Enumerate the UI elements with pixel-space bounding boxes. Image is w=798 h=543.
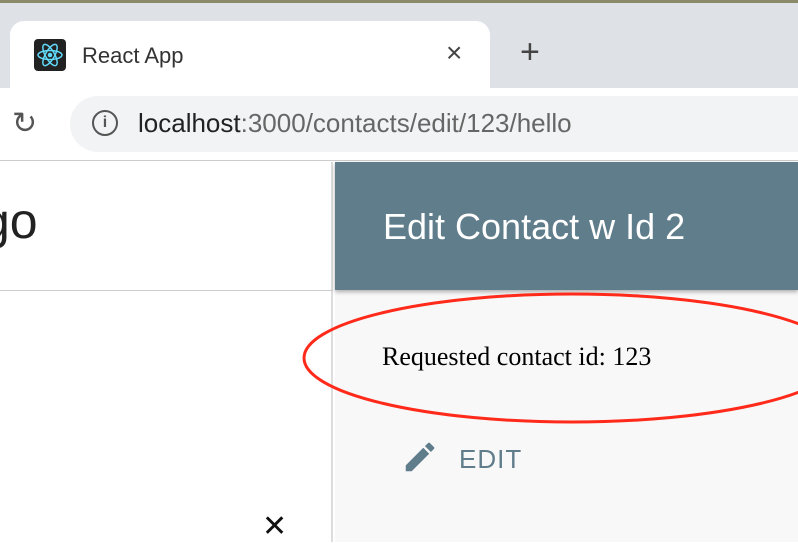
browser-tab[interactable]: React App ×	[10, 21, 490, 88]
new-tab-button[interactable]: +	[520, 33, 540, 72]
url-host: localhost	[138, 108, 241, 138]
edit-label: EDIT	[459, 444, 523, 474]
info-icon[interactable]: i	[92, 110, 118, 136]
pencil-icon	[401, 438, 439, 481]
reload-icon[interactable]: ↻	[12, 106, 37, 141]
url-text[interactable]: localhost:3000/contacts/edit/123/hello	[138, 108, 572, 139]
react-logo-icon	[34, 39, 66, 71]
panel-header: Edit Contact w Id 2	[335, 162, 798, 290]
edit-button[interactable]: EDIT	[401, 438, 522, 481]
divider	[0, 290, 333, 291]
left-panel: go ✕	[0, 162, 333, 542]
browser-toolbar: ↻ i localhost:3000/contacts/edit/123/hel…	[0, 88, 798, 161]
close-tab-icon[interactable]: ×	[446, 37, 462, 69]
tab-bar: React App × +	[0, 3, 798, 88]
close-icon[interactable]: ✕	[262, 512, 287, 542]
red-annotation-ellipse	[302, 292, 798, 424]
page-title: Edit Contact w Id 2	[383, 206, 686, 247]
left-panel-title: go	[0, 193, 38, 249]
tab-title: React App	[82, 43, 184, 68]
address-bar[interactable]: i localhost:3000/contacts/edit/123/hello	[70, 96, 798, 152]
url-path: :3000/contacts/edit/123/hello	[240, 108, 572, 138]
